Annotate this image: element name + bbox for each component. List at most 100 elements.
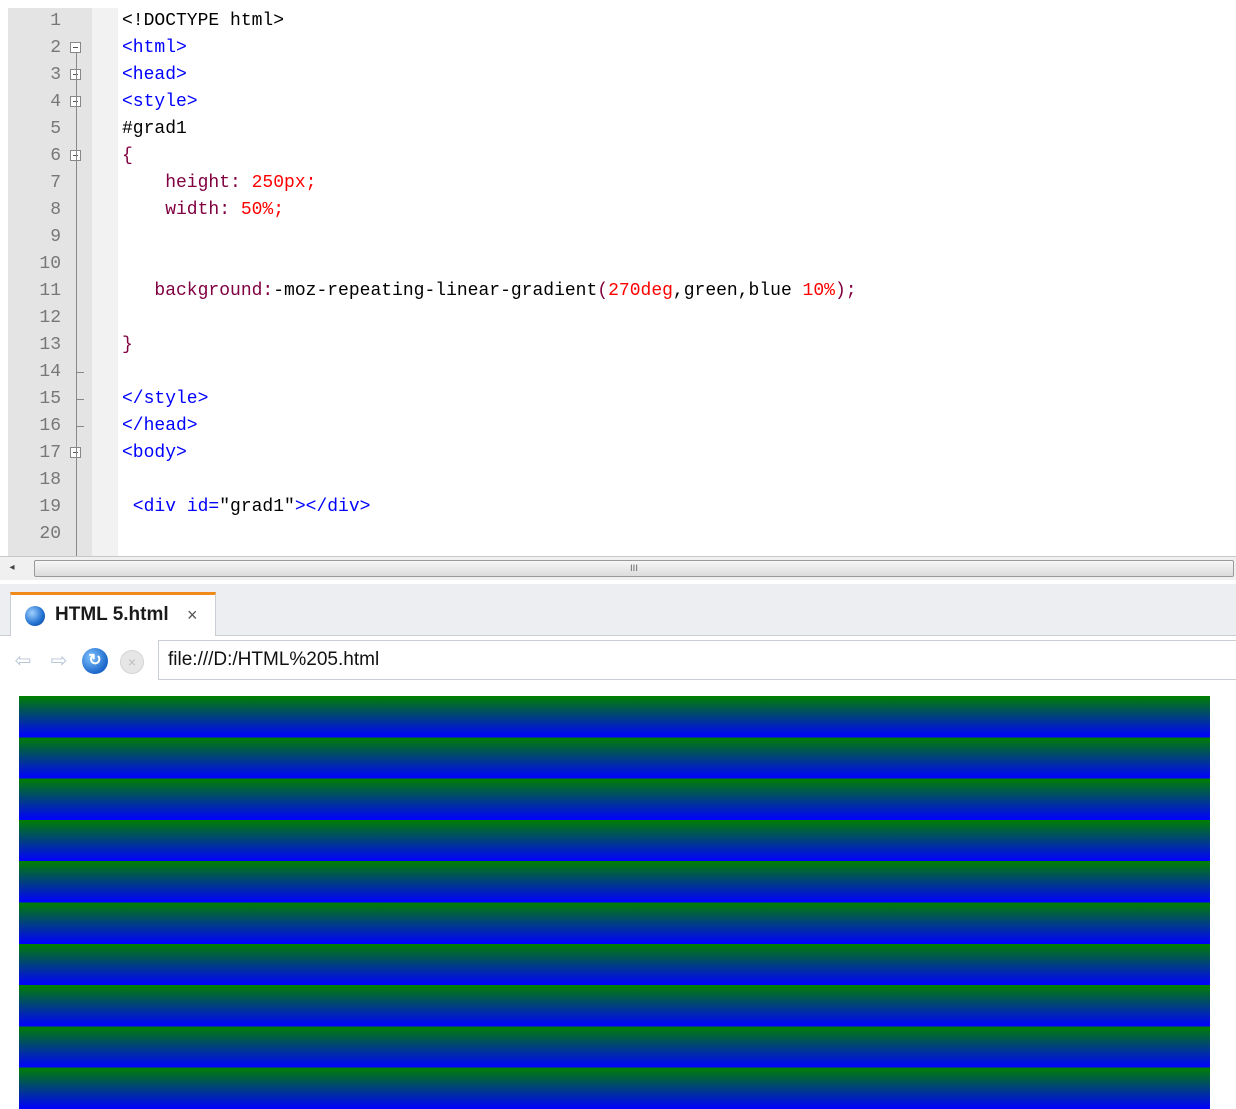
editor-line[interactable]: 18	[0, 467, 1236, 494]
line-number: 16	[39, 416, 61, 436]
line-number: 13	[39, 335, 61, 355]
code-token: 10%	[802, 281, 835, 301]
code-text: {	[122, 143, 133, 170]
code-text: <body>	[122, 440, 187, 467]
line-number: 19	[39, 497, 61, 517]
line-number: 2	[50, 38, 61, 58]
code-token: width:	[122, 200, 241, 220]
scrollbar-thumb[interactable]: III	[34, 560, 1234, 577]
line-number: 8	[50, 200, 61, 220]
code-text: <!DOCTYPE html>	[122, 8, 284, 35]
editor-line[interactable]: 12	[0, 305, 1236, 332]
browser-tab[interactable]: HTML 5.html ×	[10, 592, 216, 636]
line-number: 5	[50, 119, 61, 139]
code-text: }	[122, 332, 133, 359]
url-text: file:///D:/HTML%205.html	[168, 649, 380, 670]
line-number: 14	[39, 362, 61, 382]
line-number: 6	[50, 146, 61, 166]
page-viewport	[0, 684, 1236, 1109]
line-number: 7	[50, 173, 61, 193]
code-token: id=	[186, 497, 220, 517]
gradient-div	[19, 696, 1210, 1109]
line-number: 12	[39, 308, 61, 328]
code-text: <style>	[122, 89, 198, 116]
code-token: {	[122, 146, 133, 166]
code-token: }	[122, 335, 133, 355]
fold-rail	[76, 53, 77, 556]
forward-arrow-icon[interactable]: ⇨	[46, 648, 72, 674]
line-number: 4	[50, 92, 61, 112]
reload-icon[interactable]: ↻	[82, 648, 108, 674]
line-number: 11	[39, 281, 61, 301]
editor-line[interactable]: 8 width: 50%;	[0, 197, 1236, 224]
editor-line[interactable]: 20	[0, 521, 1236, 548]
code-text: <head>	[122, 62, 187, 89]
code-token: <html>	[122, 38, 187, 58]
code-token: (	[597, 281, 609, 301]
code-token: background:	[122, 281, 274, 301]
editor-line[interactable]: 16 </head>	[0, 413, 1236, 440]
code-token: <div	[122, 497, 187, 517]
browser-favicon-icon	[25, 606, 45, 626]
code-token: <style>	[122, 92, 198, 112]
line-number: 10	[39, 254, 61, 274]
code-token: 270deg	[608, 281, 673, 301]
scrollbar-grip: III	[630, 564, 638, 574]
code-text: background:-moz-repeating-linear-gradien…	[122, 278, 856, 305]
browser-nav-bar: ⇦ ⇨ ↻ × file:///D:/HTML%205.html	[0, 636, 1236, 684]
code-token: </style>	[122, 389, 209, 409]
code-token: ></div>	[294, 497, 371, 517]
editor-line[interactable]: 14	[0, 359, 1236, 386]
tab-title: HTML 5.html	[55, 604, 169, 625]
fold-end-marker	[76, 399, 84, 400]
editor-line[interactable]: 9	[0, 224, 1236, 251]
editor-line[interactable]: 6{	[0, 143, 1236, 170]
code-text: <html>	[122, 35, 187, 62]
code-token: #grad1	[122, 119, 187, 139]
editor-line[interactable]: 5 #grad1	[0, 116, 1236, 143]
code-token: <body>	[122, 443, 187, 463]
code-text: #grad1	[122, 116, 187, 143]
code-text: <div id="grad1"></div>	[122, 494, 371, 521]
code-token: 250px;	[251, 173, 317, 193]
code-token: "grad1"	[219, 497, 295, 517]
code-text: </style>	[122, 386, 208, 413]
editor-line[interactable]: 17 <body>	[0, 440, 1236, 467]
editor-horizontal-scrollbar[interactable]: ◂ III	[0, 556, 1236, 580]
tab-close-icon[interactable]: ×	[187, 605, 198, 626]
fold-toggle-icon[interactable]	[70, 42, 81, 53]
line-number: 20	[39, 524, 61, 544]
editor-line[interactable]: 7 height: 250px;	[0, 170, 1236, 197]
stop-icon[interactable]: ×	[120, 650, 144, 674]
line-number: 15	[39, 389, 61, 409]
line-number: 18	[39, 470, 61, 490]
editor-line[interactable]: 11 background:-moz-repeating-linear-grad…	[0, 278, 1236, 305]
code-editor[interactable]: 1 <!DOCTYPE html> 2 <html> 3 <head> 4 <style> 5 #…	[0, 0, 1236, 556]
code-text: </head>	[122, 413, 198, 440]
browser-tab-strip: HTML 5.html ×	[0, 584, 1236, 636]
code-text: height: 250px;	[122, 170, 316, 197]
code-text: width: 50%;	[122, 197, 284, 224]
code-token: height:	[122, 173, 252, 193]
scroll-left-arrow-icon[interactable]: ◂	[6, 562, 18, 574]
editor-line[interactable]: 19 <div id="grad1"></div>	[0, 494, 1236, 521]
fold-end-marker	[76, 372, 84, 373]
code-token: -moz-repeating-linear-gradient	[273, 281, 598, 301]
code-token: </head>	[122, 416, 198, 436]
code-token: 50%;	[240, 200, 285, 220]
editor-line[interactable]: 4 <style>	[0, 89, 1236, 116]
line-number: 3	[50, 65, 61, 85]
editor-line[interactable]: 13}	[0, 332, 1236, 359]
back-arrow-icon[interactable]: ⇦	[10, 648, 36, 674]
fold-end-marker	[76, 426, 84, 427]
editor-line[interactable]: 10	[0, 251, 1236, 278]
line-number: 9	[50, 227, 61, 247]
editor-line[interactable]: 2 <html>	[0, 35, 1236, 62]
editor-line[interactable]: 3 <head>	[0, 62, 1236, 89]
editor-line[interactable]: 1 <!DOCTYPE html>	[0, 8, 1236, 35]
editor-line[interactable]: 15 </style>	[0, 386, 1236, 413]
browser-preview: HTML 5.html × ⇦ ⇨ ↻ × file:///D:/HTML%20…	[0, 584, 1236, 1109]
line-number: 17	[39, 443, 61, 463]
address-bar[interactable]: file:///D:/HTML%205.html	[158, 640, 1236, 680]
line-number: 1	[50, 11, 61, 31]
